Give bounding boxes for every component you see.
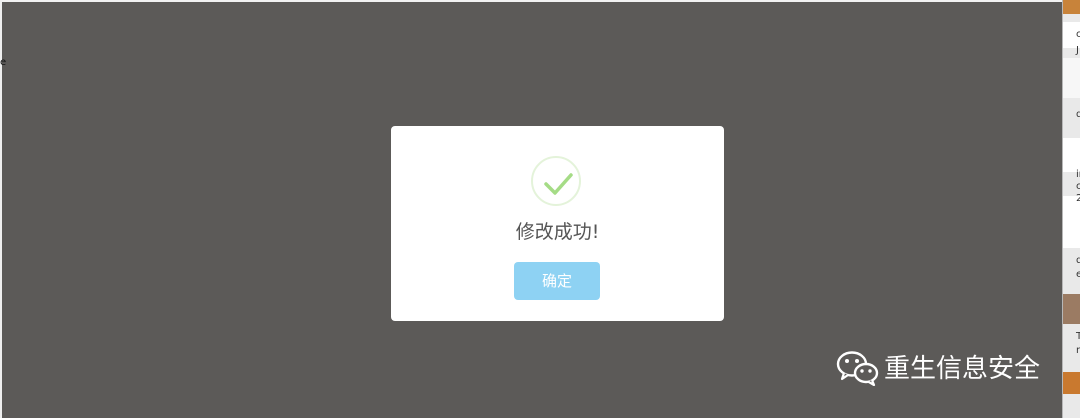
strip-text: c — [1076, 182, 1080, 192]
background-thumbnail — [1063, 138, 1080, 172]
strip-text: T — [1076, 332, 1080, 342]
background-page-edge — [0, 0, 1062, 2]
confirm-button[interactable]: 确定 — [514, 262, 600, 300]
strip-text: r — [1076, 345, 1080, 356]
wechat-icon — [836, 351, 879, 386]
screen: e c J q ir c 2 d e T r 修改成功! 确定 — [0, 0, 1080, 418]
strip-text: J — [1076, 45, 1079, 56]
background-thumbnail — [1063, 372, 1080, 394]
background-thumbnail — [1063, 58, 1080, 98]
success-dialog: 修改成功! 确定 — [391, 126, 724, 321]
strip-text: 2 — [1076, 194, 1080, 204]
strip-text: d — [1076, 256, 1080, 266]
watermark-text: 重生信息安全 — [884, 354, 1041, 384]
background-thumbnail — [1063, 294, 1080, 324]
strip-text: e — [1076, 270, 1080, 280]
strip-text: ir — [1076, 169, 1080, 180]
strip-text: q — [1076, 110, 1080, 120]
success-check-icon — [531, 156, 581, 206]
dialog-message: 修改成功! — [515, 221, 600, 243]
check-mark-icon — [544, 173, 573, 195]
background-right-strip: c J q ir c 2 d e T r — [1062, 0, 1080, 418]
background-edge-text: e — [0, 57, 7, 68]
strip-text: c — [1076, 30, 1080, 40]
background-thumbnail — [1063, 0, 1080, 14]
